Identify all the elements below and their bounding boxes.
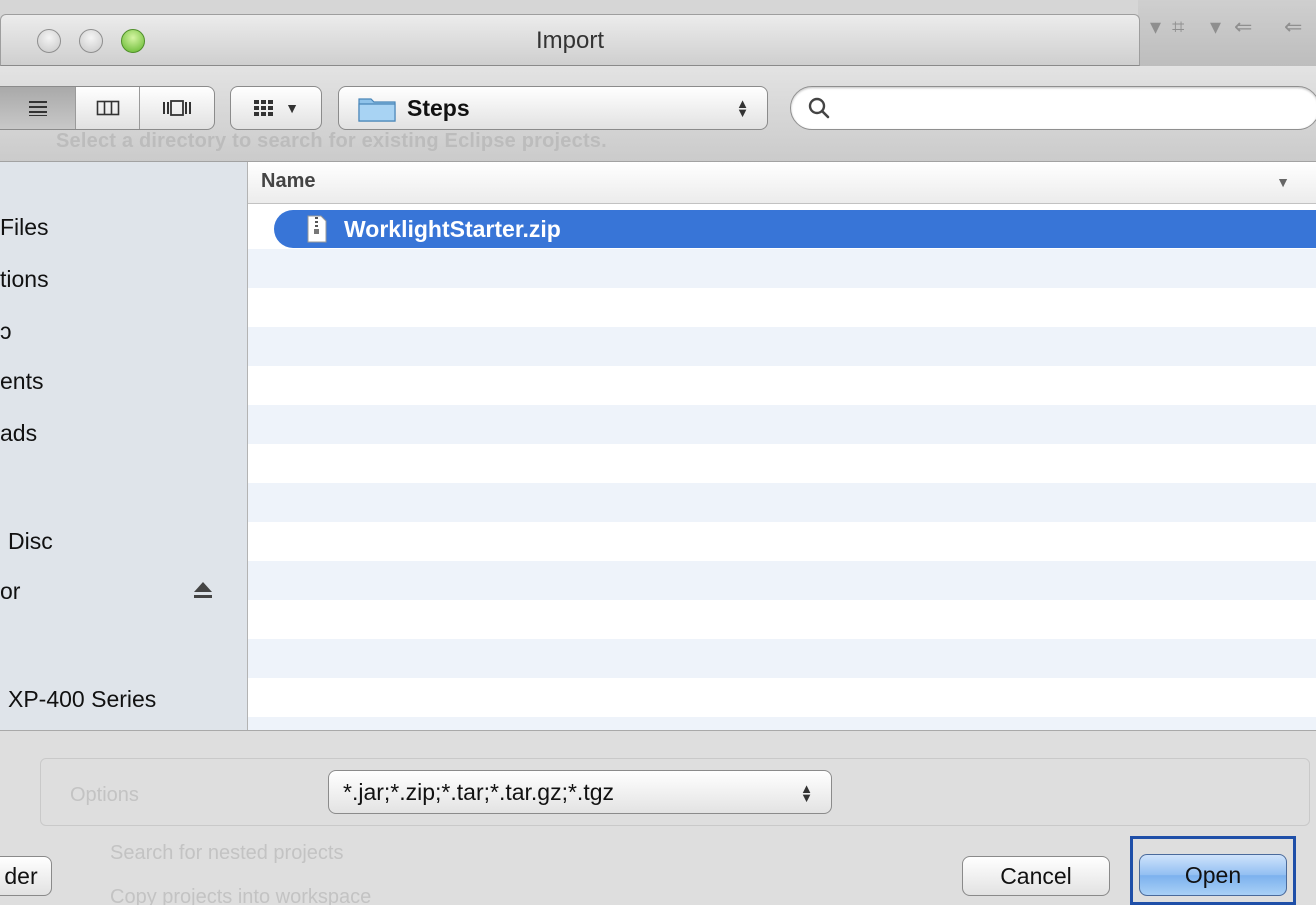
search-input[interactable]: [837, 96, 1297, 122]
file-type-filter-select[interactable]: *.jar;*.zip;*.tar;*.tar.gz;*.tgz ▲ ▼: [328, 770, 832, 814]
background-hint-text: Select a directory to search for existin…: [56, 130, 607, 152]
sidebar-item-desktop[interactable]: ɔ: [0, 318, 12, 345]
sort-descending-icon: ▼: [1276, 174, 1290, 190]
coverflow-view-button[interactable]: [140, 87, 214, 129]
new-folder-button[interactable]: der: [0, 856, 52, 896]
column-view-icon: [96, 100, 119, 116]
search-icon: [808, 97, 830, 119]
sidebar-item-device[interactable]: or: [0, 578, 20, 605]
arrange-grid-icon: [254, 100, 274, 116]
coverflow-view-icon: [163, 100, 191, 116]
window-title: Import: [535, 27, 604, 54]
background-checkbox-nested: Search for nested projects: [110, 842, 344, 864]
stepper-arrows-icon: ▲ ▼: [736, 96, 749, 120]
sidebar-item-files[interactable]: Files: [0, 214, 49, 241]
chevron-down-icon: ▼: [285, 100, 299, 116]
column-header-name[interactable]: Name ▼: [248, 162, 1316, 204]
file-list[interactable]: Name ▼ WorklightStarter.zip: [248, 162, 1316, 730]
list-view-button[interactable]: [0, 87, 76, 129]
background-dropdown-icon: ▾: [1150, 14, 1162, 39]
eject-icon[interactable]: [192, 580, 214, 600]
folder-icon: [358, 98, 396, 122]
stepper-arrows-icon: ▲ ▼: [800, 781, 813, 805]
zip-file-icon: [307, 215, 327, 243]
view-mode-control[interactable]: [0, 86, 215, 130]
background-toolbar-fragment: ▾ ⌗ ▾ ⇐ ⇐: [1138, 0, 1316, 66]
window-titlebar[interactable]: Import: [0, 14, 1140, 66]
sidebar-item-disc[interactable]: Disc: [8, 528, 53, 555]
sidebar-item-documents[interactable]: ents: [0, 368, 43, 395]
sidebar-item-applications[interactable]: tions: [0, 266, 49, 293]
file-row-selected[interactable]: WorklightStarter.zip: [274, 210, 1316, 248]
sidebar: Files tions ɔ ents ads Disc or XP-400 Se…: [0, 162, 248, 730]
cancel-button[interactable]: Cancel: [962, 856, 1110, 896]
search-field[interactable]: [790, 86, 1316, 130]
background-back-arrow-icon: ⇐: [1234, 14, 1253, 39]
open-button[interactable]: Open: [1139, 854, 1287, 896]
background-back-arrow-icon: ⇐: [1284, 14, 1303, 39]
column-view-button[interactable]: [76, 87, 140, 129]
background-checkbox-copy: Copy projects into workspace: [110, 886, 372, 905]
file-type-filter-value: *.jar;*.zip;*.tar;*.tar.gz;*.tgz: [343, 779, 615, 805]
list-view-icon: [28, 101, 47, 116]
sidebar-item-downloads[interactable]: ads: [0, 420, 37, 447]
background-dropdown-icon: ▾: [1210, 14, 1222, 39]
path-popup-button[interactable]: Steps ▲ ▼: [338, 86, 768, 130]
background-run-icon: ⌗: [1172, 14, 1185, 39]
column-header-label: Name: [261, 170, 316, 192]
path-popup-label: Steps: [407, 94, 470, 121]
arrange-button[interactable]: ▼: [230, 86, 322, 130]
file-name: WorklightStarter.zip: [344, 215, 561, 242]
sidebar-item-printer[interactable]: XP-400 Series: [8, 686, 156, 713]
background-options-label: Options: [70, 784, 139, 806]
